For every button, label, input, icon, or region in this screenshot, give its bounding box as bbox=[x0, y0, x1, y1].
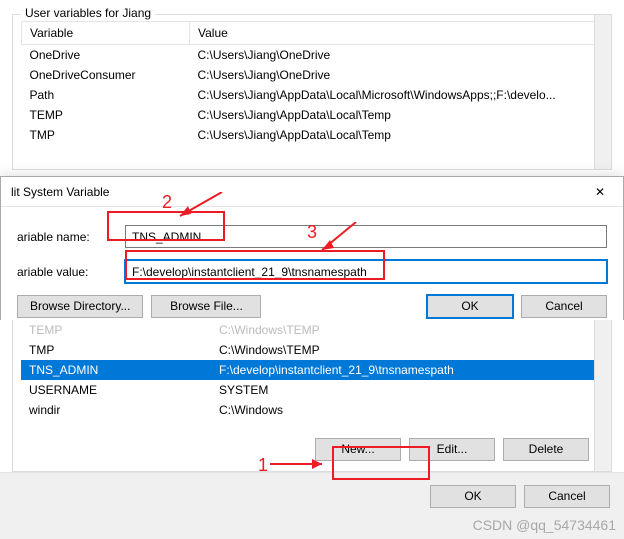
system-vars-panel: TEMPC:\Windows\TEMP TMPC:\Windows\TEMP T… bbox=[0, 320, 624, 520]
user-vars-title: User variables for Jiang bbox=[21, 6, 155, 20]
table-row[interactable]: TEMPC:\Windows\TEMP bbox=[21, 320, 603, 340]
main-footer: OK Cancel bbox=[0, 472, 624, 520]
edit-button[interactable]: Edit... bbox=[409, 438, 495, 461]
main-ok-button[interactable]: OK bbox=[430, 485, 516, 508]
table-row[interactable]: OneDriveConsumerC:\Users\Jiang\OneDrive bbox=[22, 65, 603, 85]
close-button[interactable]: ✕ bbox=[577, 177, 623, 207]
browse-directory-button[interactable]: Browse Directory... bbox=[17, 295, 143, 318]
dialog-title: lit System Variable bbox=[11, 185, 109, 199]
delete-button[interactable]: Delete bbox=[503, 438, 589, 461]
cancel-button[interactable]: Cancel bbox=[521, 295, 607, 318]
col-variable[interactable]: Variable bbox=[22, 22, 190, 45]
table-row[interactable]: TEMPC:\Users\Jiang\AppData\Local\Temp bbox=[22, 105, 603, 125]
close-icon: ✕ bbox=[595, 185, 605, 199]
table-row[interactable]: windirC:\Windows bbox=[21, 400, 603, 420]
variable-value-input[interactable] bbox=[125, 260, 607, 283]
main-cancel-button[interactable]: Cancel bbox=[524, 485, 610, 508]
new-button[interactable]: New... bbox=[315, 438, 401, 461]
variable-name-input[interactable] bbox=[125, 225, 607, 248]
ok-button[interactable]: OK bbox=[427, 295, 513, 318]
table-row[interactable]: TMPC:\Users\Jiang\AppData\Local\Temp bbox=[22, 125, 603, 145]
variable-name-label: ariable name: bbox=[17, 230, 125, 244]
variable-value-label: ariable value: bbox=[17, 265, 125, 279]
system-vars-table[interactable]: TEMPC:\Windows\TEMP TMPC:\Windows\TEMP T… bbox=[21, 320, 603, 420]
browse-file-button[interactable]: Browse File... bbox=[151, 295, 261, 318]
table-row[interactable]: OneDriveC:\Users\Jiang\OneDrive bbox=[22, 45, 603, 66]
col-value[interactable]: Value bbox=[190, 22, 603, 45]
scrollbar[interactable] bbox=[594, 320, 611, 471]
user-vars-table[interactable]: Variable Value OneDriveC:\Users\Jiang\On… bbox=[21, 21, 603, 145]
table-row[interactable]: PathC:\Users\Jiang\AppData\Local\Microso… bbox=[22, 85, 603, 105]
table-row[interactable]: TNS_ADMINF:\develop\instantclient_21_9\t… bbox=[21, 360, 603, 380]
user-vars-group: User variables for Jiang Variable Value … bbox=[12, 14, 612, 170]
scrollbar[interactable] bbox=[594, 15, 611, 169]
table-row[interactable]: USERNAMESYSTEM bbox=[21, 380, 603, 400]
edit-variable-dialog: lit System Variable ✕ ariable name: aria… bbox=[0, 176, 624, 333]
table-row[interactable]: TMPC:\Windows\TEMP bbox=[21, 340, 603, 360]
titlebar[interactable]: lit System Variable ✕ bbox=[1, 177, 623, 207]
